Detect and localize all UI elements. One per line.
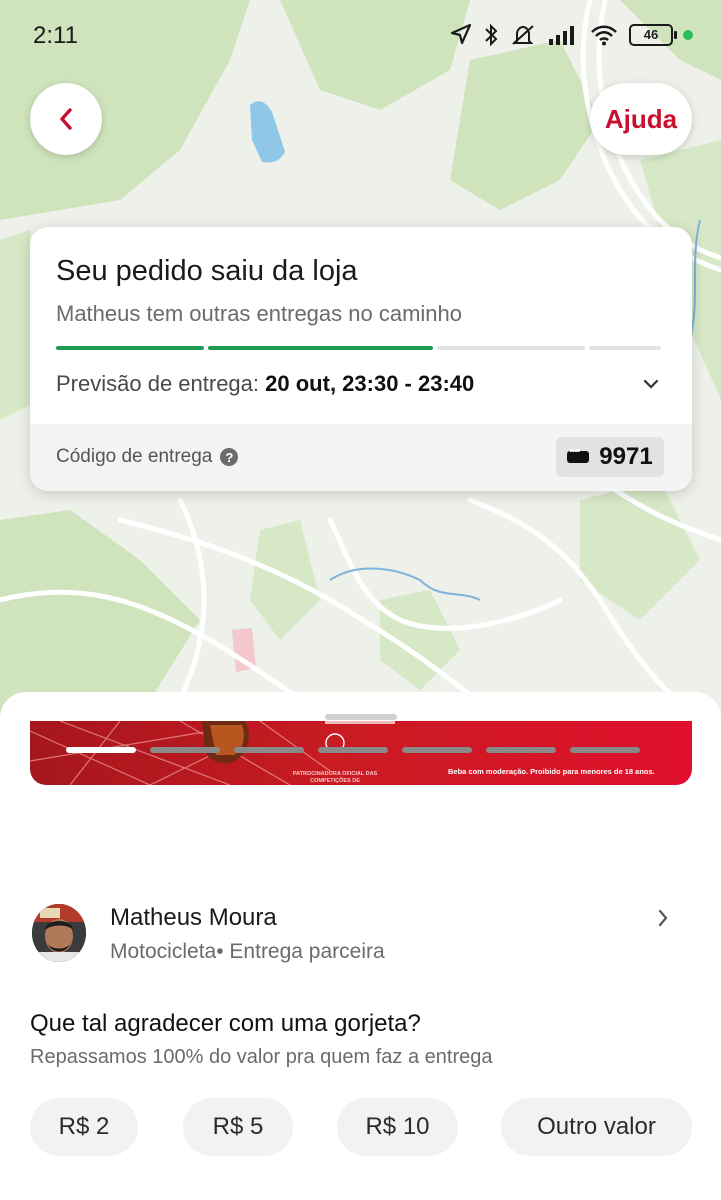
question-icon[interactable]: ? <box>220 448 239 466</box>
courier-meta: Motocicleta• Entrega parceira <box>110 940 385 964</box>
delivery-eta[interactable]: Previsão de entrega: 20 out, 23:30 - 23:… <box>56 371 474 397</box>
delivery-code-row: Código de entrega ? 9971 <box>30 424 692 491</box>
courier-vehicle: Motocicleta <box>110 940 217 963</box>
order-status-title: Seu pedido saiu da loja <box>56 255 358 287</box>
delivery-progress-bar <box>56 346 661 350</box>
courier-avatar <box>32 904 86 962</box>
carousel-dot[interactable] <box>66 747 136 753</box>
banner-disclaimer: Beba com moderação. Proibido para menore… <box>448 767 655 776</box>
delivery-code-chip[interactable]: 9971 <box>556 437 664 477</box>
banner-sponsor-text: PATROCINADORA OFICIAL DAS COMPETIÇÕES DE <box>292 771 378 784</box>
eta-value: 20 out, 23:30 - 23:40 <box>265 371 475 396</box>
courier-name: Matheus Moura <box>110 904 277 931</box>
promo-banner[interactable]: PATROCINADORA OFICIAL DAS COMPETIÇÕES DE… <box>30 721 692 785</box>
tip-option-2[interactable]: R$ 2 <box>30 1098 138 1156</box>
carousel-dot[interactable] <box>318 747 388 753</box>
tip-option-other[interactable]: Outro valor <box>501 1098 692 1156</box>
courier-meta-separator: • <box>216 940 224 963</box>
sheet-drag-handle[interactable] <box>325 714 397 720</box>
tip-subtitle: Repassamos 100% do valor pra quem faz a … <box>30 1046 493 1068</box>
mute-icon <box>512 25 534 45</box>
order-status-card: Seu pedido saiu da loja Matheus tem outr… <box>30 227 692 491</box>
wifi-icon <box>591 25 617 46</box>
carousel-dot[interactable] <box>570 747 640 753</box>
progress-step <box>589 346 661 350</box>
signal-icon <box>549 26 574 45</box>
courier-type: Entrega parceira <box>229 940 385 963</box>
carousel-dot[interactable] <box>234 747 304 753</box>
delivery-code-label: Código de entrega <box>56 446 213 467</box>
battery-icon: 46 <box>629 24 677 46</box>
courier-row[interactable]: Matheus Moura Motocicleta• Entrega parce… <box>30 892 692 966</box>
back-button[interactable] <box>30 83 102 155</box>
courier-photo <box>32 904 86 962</box>
eta-label: Previsão de entrega: <box>56 371 260 396</box>
pin-icon <box>567 446 590 463</box>
chevron-left-icon <box>60 108 72 130</box>
banner-carousel-indicator <box>66 747 640 753</box>
carousel-dot[interactable] <box>402 747 472 753</box>
progress-step <box>437 346 585 350</box>
progress-step <box>208 346 433 350</box>
delivery-code-value: 9971 <box>599 443 653 470</box>
chevron-right-icon[interactable] <box>656 908 670 928</box>
tip-options: R$ 2 R$ 5 R$ 10 Outro valor <box>30 1098 692 1156</box>
bottom-sheet: PATROCINADORA OFICIAL DAS COMPETIÇÕES DE… <box>0 692 721 1200</box>
bluetooth-icon <box>485 23 498 47</box>
status-time: 2:11 <box>33 22 78 49</box>
tip-title: Que tal agradecer com uma gorjeta? <box>30 1010 421 1037</box>
carousel-dot[interactable] <box>150 747 220 753</box>
location-arrow-icon <box>450 23 472 45</box>
chevron-down-icon[interactable] <box>642 377 660 391</box>
status-icons: 46 <box>449 20 693 50</box>
help-button[interactable]: Ajuda <box>590 83 692 155</box>
order-status-subtitle: Matheus tem outras entregas no caminho <box>56 301 463 326</box>
tip-option-10[interactable]: R$ 10 <box>337 1098 458 1156</box>
status-dot-icon <box>683 30 693 40</box>
progress-step <box>56 346 204 350</box>
status-bar: 2:11 46 <box>0 0 721 72</box>
carousel-dot[interactable] <box>486 747 556 753</box>
tip-option-5[interactable]: R$ 5 <box>183 1098 293 1156</box>
delivery-code-label-group: Código de entrega ? <box>56 446 239 468</box>
